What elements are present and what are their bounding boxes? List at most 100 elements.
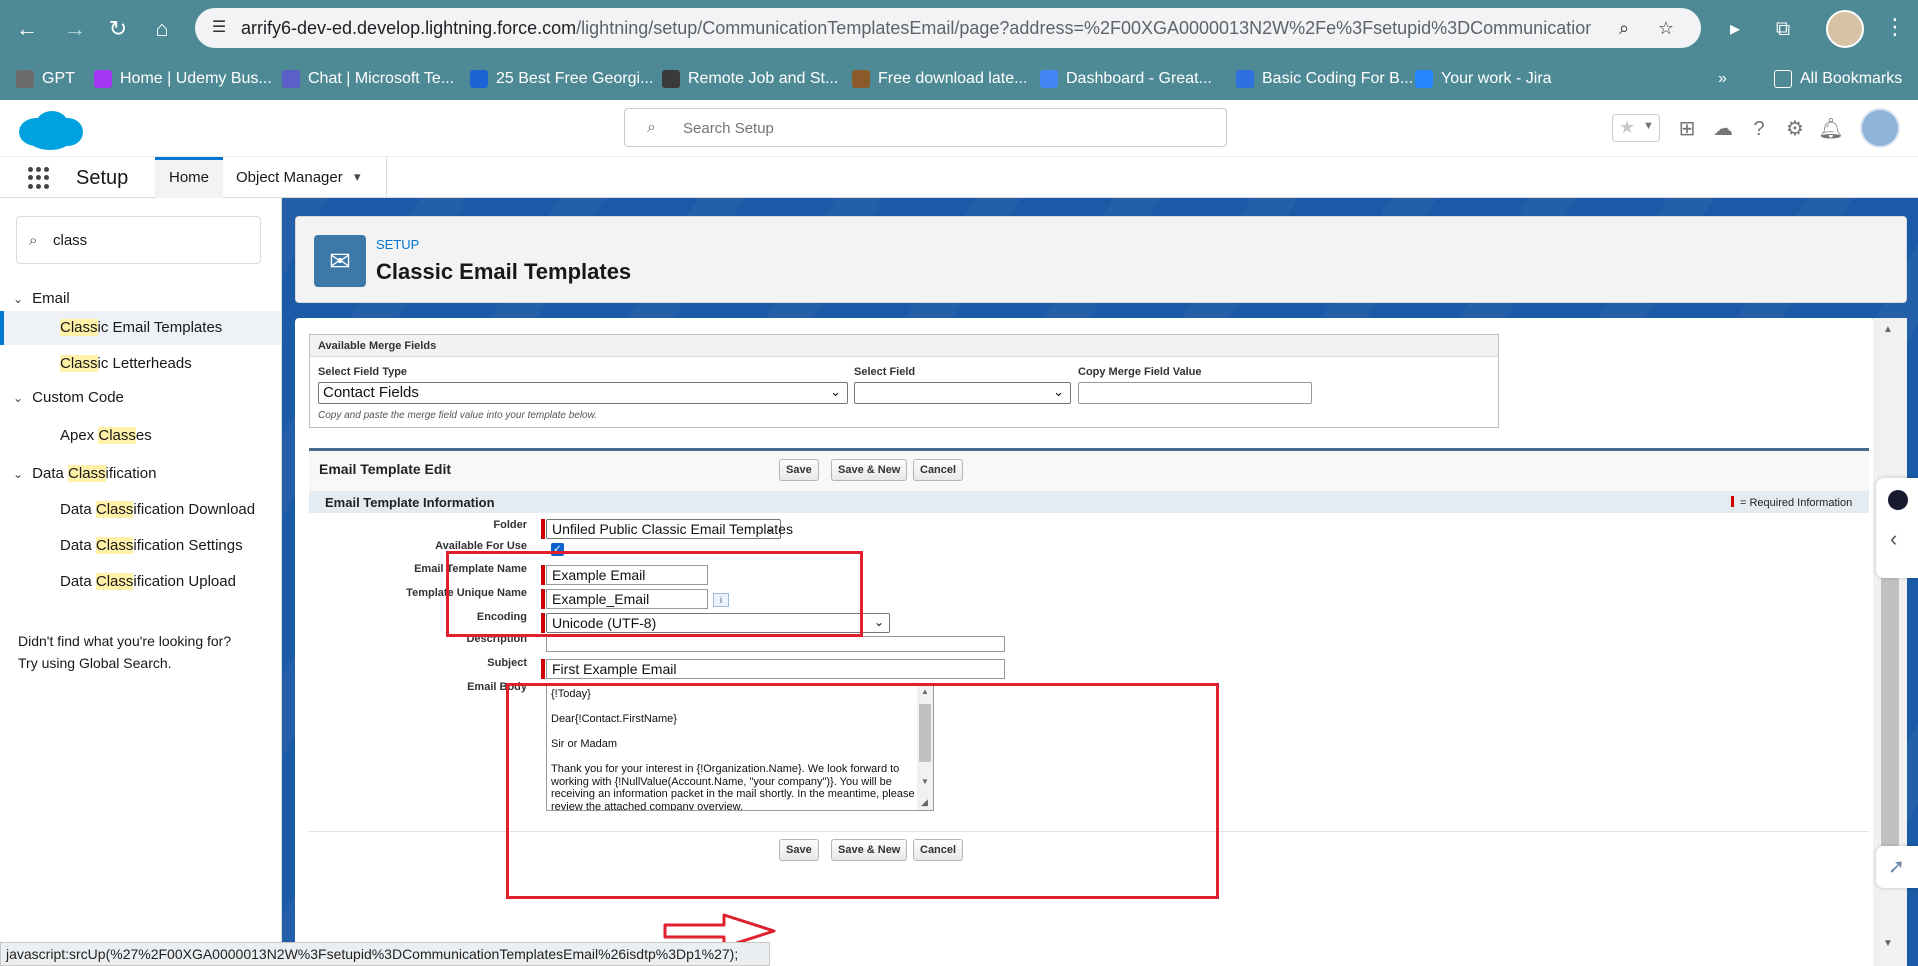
bookmark-item[interactable]: Chat | Microsoft Te... <box>282 69 454 89</box>
search-setup-input[interactable]: ⌕ Search Setup <box>624 108 1227 147</box>
resize-handle-icon[interactable]: ◢ <box>921 796 928 809</box>
home-icon[interactable]: ⌂ <box>147 14 177 44</box>
bookmark-item[interactable]: GPT <box>16 69 75 89</box>
chevron-down-icon[interactable]: ⌄ <box>8 381 28 415</box>
sidebar-item[interactable]: Data Classification Download <box>0 493 281 527</box>
quick-find-value: class <box>53 232 88 249</box>
global-actions-icon[interactable]: ⊞ <box>1674 116 1700 142</box>
back-icon[interactable]: ← <box>12 14 42 44</box>
save-new-button-bottom[interactable]: Save & New <box>831 839 908 861</box>
chevron-down-icon[interactable]: ⌄ <box>8 457 28 491</box>
quick-find-input[interactable]: ⌕ class <box>16 216 261 264</box>
description-input[interactable] <box>546 636 1005 652</box>
sidebar-item-label-hl: Class <box>95 537 134 554</box>
browser-profile-avatar[interactable] <box>1826 10 1864 48</box>
section-title: Email Template Information <box>325 495 495 510</box>
setup-sidebar: ⌕ class ⌄ Email Classic Email Templates Cl… <box>0 198 282 966</box>
zoom-icon[interactable]: ⌕ <box>1613 17 1635 39</box>
bookmarks-bar: GPT Home | Udemy Bus... Chat | Microsoft T… <box>0 57 1918 100</box>
page-eyebrow[interactable]: SETUP <box>376 237 419 252</box>
unique-name-input[interactable]: Example_Email <box>546 589 708 609</box>
bookmarks-overflow-icon[interactable]: » <box>1718 69 1727 89</box>
sidebar-item[interactable]: ⌄ Data Classification <box>0 457 281 491</box>
bookmark-item[interactable]: Home | Udemy Bus... <box>94 69 272 89</box>
help-icon[interactable]: ? <box>1746 116 1772 142</box>
sidebar-item[interactable]: Classic Email Templates <box>0 311 281 345</box>
info-icon[interactable]: i <box>713 593 729 607</box>
side-panel-widget[interactable]: ‹ <box>1876 478 1918 578</box>
email-body-line: receiving an information packet in the m… <box>551 788 915 800</box>
url-host: arrify6-dev-ed.develop.lightning.force.c… <box>241 18 577 38</box>
site-settings-icon[interactable]: ☰ <box>209 18 229 38</box>
sidebar-item[interactable]: Data Classification Settings <box>0 529 281 563</box>
email-template-edit-panel: Email Template Edit Save Save & New Canc… <box>309 448 1869 966</box>
extension-icon[interactable]: ▸ <box>1722 16 1748 42</box>
cancel-button-top[interactable]: Cancel <box>913 459 964 481</box>
url-text[interactable]: arrify6-dev-ed.develop.lightning.force.c… <box>241 18 1591 39</box>
available-checkbox[interactable]: ✓ <box>551 543 564 556</box>
address-bar[interactable]: ☰ arrify6-dev-ed.develop.lightning.force… <box>195 8 1701 48</box>
forward-icon[interactable]: → <box>60 14 90 44</box>
encoding-label: Encoding <box>476 611 527 623</box>
sidebar-item[interactable]: Classic Letterheads <box>0 347 281 381</box>
chevron-down-icon: ▼ <box>1643 120 1654 132</box>
extension-icon[interactable] <box>1888 490 1908 510</box>
email-body-textarea[interactable]: {!Today} Dear{!Contact.FirstName} Sir or M… <box>546 683 934 811</box>
chevron-left-icon[interactable]: ‹ <box>1890 526 1897 552</box>
chevron-down-icon: ⌄ <box>830 384 841 399</box>
trailhead-icon[interactable]: ☁ <box>1710 116 1736 142</box>
gear-icon[interactable]: ⚙ <box>1782 116 1808 142</box>
scroll-up-icon[interactable]: ▲ <box>921 686 929 699</box>
required-marker <box>541 613 545 633</box>
sidebar-item[interactable]: Data Classification Upload <box>0 565 281 599</box>
scroll-thumb[interactable] <box>919 704 931 762</box>
save-new-button-top[interactable]: Save & New <box>831 459 908 481</box>
notifications-bell-icon[interactable]: 🔔︎ <box>1818 116 1844 142</box>
bookmark-item[interactable]: Dashboard - Great... <box>1040 69 1212 89</box>
sidebar-item-label-post: ification Upload <box>133 573 236 590</box>
extensions-puzzle-icon[interactable]: ⧉ <box>1770 16 1796 42</box>
bookmark-item[interactable]: Remote Job and St... <box>662 69 838 89</box>
sidebar-item[interactable]: Apex Classes <box>0 419 281 453</box>
salesforce-logo[interactable] <box>16 108 84 152</box>
bookmark-item[interactable]: Basic Coding For B... <box>1236 69 1413 89</box>
sidebar-item[interactable]: ⌄ Custom Code <box>0 381 281 415</box>
browser-menu-icon[interactable]: ⋮ <box>1884 14 1906 40</box>
user-avatar[interactable] <box>1860 108 1900 148</box>
template-name-input[interactable]: Example Email <box>546 565 708 585</box>
merge-fields-title: Available Merge Fields <box>310 335 1498 357</box>
tab-home[interactable]: Home <box>155 157 223 199</box>
bookmark-star-icon[interactable]: ☆ <box>1655 17 1677 39</box>
bookmark-item[interactable]: Your work - Jira <box>1415 69 1552 89</box>
description-label: Description <box>466 633 527 645</box>
select-field-select[interactable]: ⌄ <box>854 382 1071 404</box>
scroll-down-icon[interactable]: ▼ <box>921 776 929 789</box>
save-button-top[interactable]: Save <box>779 459 819 481</box>
rocket-widget[interactable]: ➚ <box>1876 846 1918 888</box>
tab-object-manager[interactable]: Object Manager <box>236 169 343 186</box>
reload-icon[interactable]: ↻ <box>103 14 133 44</box>
copy-merge-input[interactable] <box>1078 382 1312 404</box>
scroll-up-icon[interactable]: ▲ <box>1883 324 1893 335</box>
subject-input[interactable]: First Example Email <box>546 659 1005 679</box>
chevron-down-icon[interactable]: ▾ <box>354 169 361 185</box>
field-type-select[interactable]: Contact Fields ⌄ <box>318 382 848 404</box>
app-launcher-icon[interactable] <box>28 167 50 189</box>
search-icon: ⌕ <box>647 119 656 136</box>
bookmark-item[interactable]: 25 Best Free Georgi... <box>470 69 653 89</box>
bookmark-favicon-icon <box>1236 70 1254 88</box>
cancel-button-bottom[interactable]: Cancel <box>913 839 964 861</box>
sidebar-item-label-hl: Class <box>95 501 134 518</box>
scroll-down-icon[interactable]: ▼ <box>1883 938 1893 949</box>
folder-select[interactable]: Unfiled Public Classic Email Templates ⌄ <box>546 519 793 539</box>
bookmark-item[interactable]: Free download late... <box>852 69 1027 89</box>
all-bookmarks[interactable]: All Bookmarks <box>1774 69 1902 89</box>
textarea-scrollbar[interactable]: ▲ ▼ ◢ <box>917 684 933 810</box>
save-button-bottom[interactable]: Save <box>779 839 819 861</box>
bookmark-favicon-icon <box>282 70 300 88</box>
not-found-line1: Didn't find what you're looking for? <box>18 633 232 649</box>
encoding-select[interactable]: Unicode (UTF-8) ⌄ <box>546 613 890 633</box>
favorites-button[interactable]: ★ ▼ <box>1612 114 1660 142</box>
footer-divider <box>309 831 1869 832</box>
bookmark-label: Chat | Microsoft Te... <box>308 70 455 87</box>
